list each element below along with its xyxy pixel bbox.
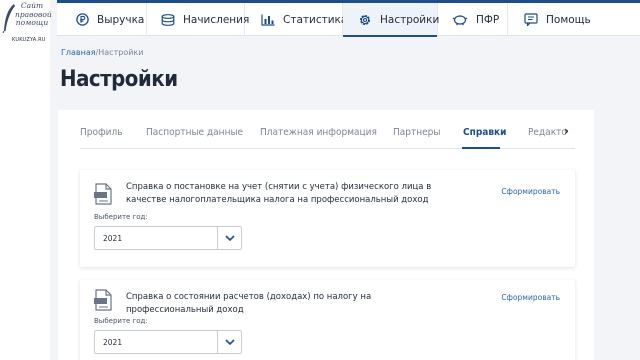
pdf-document-icon bbox=[94, 289, 112, 311]
breadcrumb-home-link[interactable]: Главная bbox=[61, 48, 96, 57]
nav-item-help[interactable]: Помощь bbox=[508, 3, 640, 36]
ruble-coin-icon bbox=[76, 13, 89, 26]
bar-chart-icon bbox=[261, 14, 275, 26]
logo-line: помощи bbox=[15, 18, 49, 27]
generate-link[interactable]: Сформировать bbox=[501, 293, 560, 302]
year-select-value: 2021 bbox=[103, 234, 123, 243]
settings-tabs: Профиль Паспортные данные Платежная инфо… bbox=[80, 123, 575, 149]
chevron-down-icon[interactable] bbox=[217, 331, 241, 353]
generate-link[interactable]: Сформировать bbox=[501, 187, 560, 196]
year-label: Выберите год: bbox=[94, 317, 148, 325]
tab-editor[interactable]: Редакто bbox=[528, 127, 567, 138]
nav-item-settings[interactable]: Настройки bbox=[343, 3, 440, 37]
certificate-card: Справка о состоянии расчетов (доходах) п… bbox=[80, 280, 575, 360]
year-select[interactable]: 2021 bbox=[94, 330, 242, 354]
nav-item-accruals[interactable]: Начисления bbox=[147, 3, 249, 36]
tab-payment-info[interactable]: Платежная информация bbox=[260, 127, 377, 138]
breadcrumb: Главная/Настройки bbox=[61, 48, 143, 57]
nav-item-label: Начисления bbox=[183, 13, 250, 26]
nav-item-pfr[interactable]: ПФР bbox=[438, 3, 508, 36]
breadcrumb-current: Настройки bbox=[98, 48, 144, 57]
nav-item-statistics[interactable]: Статистика bbox=[245, 3, 347, 36]
tab-certificates[interactable]: Справки bbox=[463, 127, 506, 138]
left-column: Сайт правовой помощи KUKUZYA.RU bbox=[0, 0, 52, 360]
nav-item-label: Выручка bbox=[97, 13, 145, 26]
active-tab-underline bbox=[462, 147, 500, 149]
certificate-title: Справка о состоянии расчетов (доходах) п… bbox=[126, 292, 372, 315]
tab-profile[interactable]: Профиль bbox=[80, 127, 123, 138]
settings-panel: Профиль Паспортные данные Платежная инфо… bbox=[58, 110, 594, 360]
logo-site: KUKUZYA.RU bbox=[12, 37, 46, 43]
certificate-card: Справка о постановке на учет (снятии с у… bbox=[80, 170, 575, 267]
nav-item-label: Статистика bbox=[283, 13, 348, 26]
logo-text: Сайт правовой помощи bbox=[15, 1, 52, 28]
year-label: Выберите год: bbox=[94, 213, 148, 221]
quill-icon bbox=[2, 4, 15, 33]
tab-partners[interactable]: Партнеры bbox=[393, 127, 440, 138]
nav-item-label: Настройки bbox=[380, 13, 440, 26]
pdf-document-icon bbox=[94, 183, 112, 205]
certificate-title: Справка о постановке на учет (снятии с у… bbox=[126, 182, 432, 205]
piggy-bank-icon bbox=[452, 14, 468, 25]
page-title: Настройки bbox=[60, 67, 178, 92]
year-select-value: 2021 bbox=[103, 338, 123, 347]
coins-stack-icon bbox=[161, 13, 175, 26]
chevron-right-icon[interactable]: › bbox=[564, 124, 569, 138]
top-navigation: Выручка Начисления Статистика Настройки bbox=[57, 0, 640, 37]
chevron-down-icon[interactable] bbox=[217, 227, 241, 249]
year-select[interactable]: 2021 bbox=[94, 226, 242, 250]
tab-passport[interactable]: Паспортные данные bbox=[146, 127, 243, 138]
nav-item-label: ПФР bbox=[476, 13, 500, 26]
chat-help-icon bbox=[524, 13, 538, 26]
nav-item-label: Помощь bbox=[546, 13, 591, 26]
nav-item-revenue[interactable]: Выручка bbox=[57, 3, 147, 36]
gear-icon bbox=[359, 14, 371, 25]
